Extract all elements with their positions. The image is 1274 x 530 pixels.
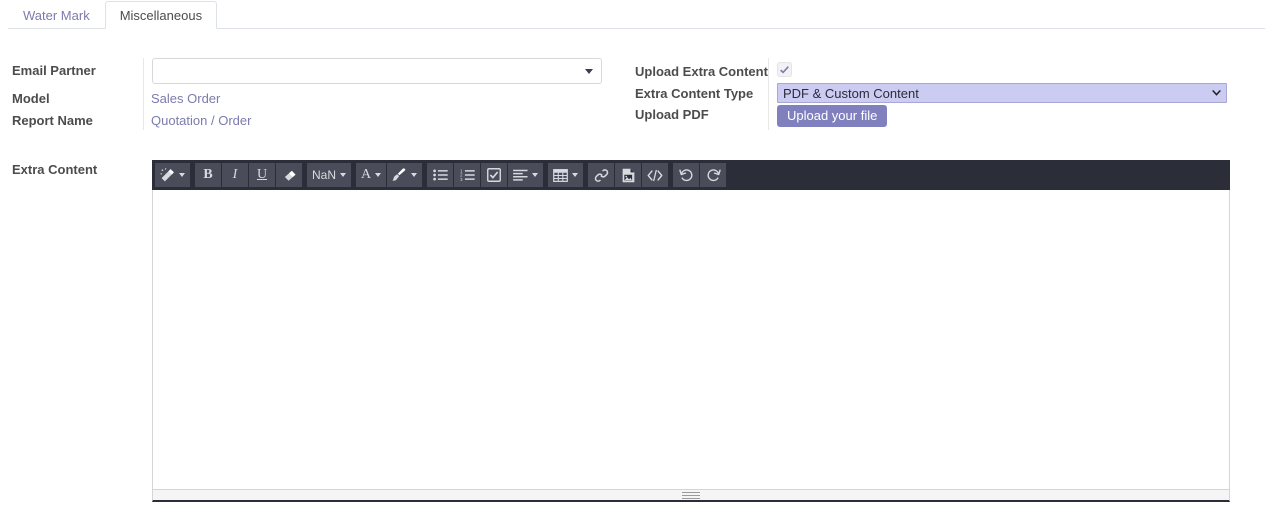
font-color-icon: A xyxy=(361,167,372,182)
eraser-icon xyxy=(284,170,296,181)
redo-button[interactable] xyxy=(700,163,727,187)
tab-bar: Water Mark Miscellaneous xyxy=(0,0,1274,29)
italic-button[interactable]: I xyxy=(222,163,248,187)
text-size-icon: NaN xyxy=(312,168,337,182)
chevron-down-icon xyxy=(340,173,347,177)
format-group: B I U xyxy=(195,163,302,187)
magic-wand-icon xyxy=(160,167,174,181)
remove-format-button[interactable] xyxy=(276,163,302,187)
extra-content-editor-body[interactable] xyxy=(152,190,1230,490)
chevron-down-icon xyxy=(179,173,185,177)
history-group xyxy=(673,163,727,187)
field-extra-content-type-label: Extra Content Type xyxy=(635,86,753,101)
color-group: A xyxy=(356,163,423,187)
code-icon xyxy=(647,169,663,181)
report-name-label: Report Name xyxy=(12,113,93,128)
chevron-down-icon xyxy=(532,173,539,177)
checklist-button[interactable] xyxy=(481,163,508,187)
tab-miscellaneous[interactable]: Miscellaneous xyxy=(104,1,218,29)
extra-content-type-selected-value: PDF & Custom Content xyxy=(783,85,919,101)
report-name-value[interactable]: Quotation / Order xyxy=(151,113,251,128)
field-extra-content-label: Extra Content xyxy=(12,162,97,177)
svg-text:3: 3 xyxy=(460,177,463,181)
email-partner-dropdown[interactable] xyxy=(152,58,602,84)
model-label: Model xyxy=(12,91,50,106)
email-partner-input[interactable] xyxy=(153,59,601,83)
insert-group xyxy=(588,163,669,187)
upload-your-file-button[interactable]: Upload your file xyxy=(777,105,888,127)
ordered-list-button[interactable]: 1 2 3 xyxy=(454,163,481,187)
upload-extra-content-label: Upload Extra Content xyxy=(635,64,768,79)
chevron-down-icon xyxy=(572,173,579,177)
right-column-divider xyxy=(768,58,769,130)
chevron-down-icon[interactable] xyxy=(1212,90,1221,96)
font-size-button[interactable]: NaN xyxy=(307,163,352,187)
italic-icon: I xyxy=(232,167,238,182)
magic-wand-button[interactable] xyxy=(155,163,190,187)
chevron-down-icon xyxy=(411,173,418,177)
field-report-name-label: Report Name xyxy=(12,113,93,128)
tab-water-mark[interactable]: Water Mark xyxy=(8,1,105,29)
underline-icon: U xyxy=(256,167,268,182)
field-report-name-value: Quotation / Order xyxy=(151,113,251,128)
email-partner-label: Email Partner xyxy=(12,63,96,78)
field-upload-pdf-label: Upload PDF xyxy=(635,107,709,122)
model-value[interactable]: Sales Order xyxy=(151,91,220,106)
list-ul-icon xyxy=(432,169,448,181)
link-button[interactable] xyxy=(588,163,615,187)
field-model-value: Sales Order xyxy=(151,91,220,106)
field-upload-pdf: Upload your file xyxy=(777,105,888,127)
undo-button[interactable] xyxy=(673,163,700,187)
field-email-partner-label: Email Partner xyxy=(12,63,96,78)
list-ol-icon: 1 2 3 xyxy=(460,169,475,181)
field-upload-extra-content xyxy=(777,62,792,77)
table-icon xyxy=(553,168,569,182)
upload-extra-content-checkbox[interactable] xyxy=(777,62,792,77)
image-icon xyxy=(622,168,634,182)
text-color-button[interactable]: A xyxy=(356,163,387,187)
check-icon xyxy=(780,65,789,74)
extra-content-type-select[interactable]: PDF & Custom Content xyxy=(777,83,1227,103)
unordered-list-button[interactable] xyxy=(427,163,454,187)
link-icon xyxy=(594,168,608,182)
field-model-label: Model xyxy=(12,91,50,106)
image-button[interactable] xyxy=(615,163,642,187)
field-email-partner xyxy=(152,58,602,84)
align-button[interactable] xyxy=(508,163,544,187)
upload-pdf-label: Upload PDF xyxy=(635,107,709,122)
bold-icon: B xyxy=(203,167,213,182)
checklist-icon xyxy=(487,168,502,182)
background-color-button[interactable] xyxy=(387,163,423,187)
editor-footer xyxy=(152,490,1230,502)
chevron-down-icon xyxy=(375,173,382,177)
underline-button[interactable]: U xyxy=(249,163,275,187)
bold-button[interactable]: B xyxy=(195,163,221,187)
style-group xyxy=(155,163,190,187)
caret-down-icon[interactable] xyxy=(585,69,593,74)
extra-content-label: Extra Content xyxy=(12,162,98,177)
left-column-divider xyxy=(143,58,144,130)
table-button[interactable] xyxy=(548,163,584,187)
code-view-button[interactable] xyxy=(642,163,669,187)
field-upload-extra-content-label: Upload Extra Content xyxy=(635,64,768,79)
undo-icon xyxy=(678,169,693,182)
editor-toolbar: B I U NaN A 1 2 3 xyxy=(152,160,1230,190)
table-group xyxy=(548,163,584,187)
extra-content-type-label: Extra Content Type xyxy=(635,86,754,101)
html-editor: B I U NaN A 1 2 3 xyxy=(152,160,1230,502)
resize-grip-icon[interactable] xyxy=(682,492,700,501)
list-group: 1 2 3 xyxy=(427,163,544,187)
paint-brush-icon xyxy=(392,168,406,181)
field-extra-content-type: PDF & Custom Content xyxy=(777,83,1227,103)
align-left-icon xyxy=(513,169,528,181)
font-size-group: NaN xyxy=(307,163,352,187)
redo-icon xyxy=(707,169,721,182)
